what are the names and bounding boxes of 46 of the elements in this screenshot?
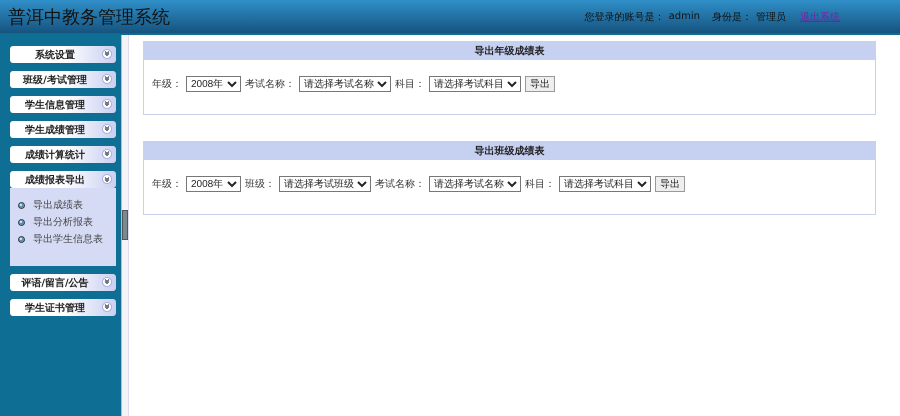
chevron-icon: [102, 149, 112, 159]
chevron-icon: [102, 99, 112, 109]
sidebar-section[interactable]: 成绩计算统计: [10, 146, 116, 163]
field-label: 考试名称：: [375, 178, 425, 191]
sidebar-section[interactable]: 系统设置: [10, 46, 116, 63]
field-label: 年级：: [152, 78, 182, 91]
bullet-icon: [18, 236, 25, 242]
chevron-icon: [102, 277, 112, 287]
role-name: 管理员: [756, 10, 786, 24]
panel-title: 导出年级成绩表: [474, 44, 544, 58]
account-name: admin: [668, 11, 700, 22]
chevron-icon: [102, 174, 112, 184]
sidebar-section[interactable]: 学生信息管理: [10, 96, 116, 113]
dropdown-field[interactable]: 请选择考试科目: [429, 76, 521, 92]
sidebar-section[interactable]: 班级/考试管理: [10, 71, 116, 88]
field-label: 班级：: [245, 178, 275, 191]
dropdown-field[interactable]: 2008年: [186, 176, 241, 192]
field-label: 科目：: [525, 178, 555, 191]
app-title: 普洱中教务管理系统: [8, 6, 170, 28]
dropdown-field[interactable]: 请选择考试名称: [299, 76, 391, 92]
sidebar-section[interactable]: 学生证书管理: [10, 299, 116, 316]
field-label: 科目：: [395, 78, 425, 91]
chevron-icon: [102, 302, 112, 312]
submenu-link[interactable]: 导出分析报表: [33, 215, 93, 229]
sidebar-section[interactable]: 成绩报表导出: [10, 171, 116, 188]
sidebar-section[interactable]: 评语/留言/公告: [10, 274, 116, 291]
chevron-icon: [102, 49, 112, 59]
field-label: 年级：: [152, 178, 182, 191]
dropdown-field[interactable]: 请选择考试班级: [279, 176, 371, 192]
sidebar-section[interactable]: 学生成绩管理: [10, 121, 116, 138]
role-label: 身份是：: [712, 10, 752, 24]
submenu-link[interactable]: 导出成绩表: [33, 198, 83, 212]
panel-title: 导出班级成绩表: [474, 144, 544, 158]
dropdown-field[interactable]: 请选择考试名称: [429, 176, 521, 192]
collapse-handle[interactable]: [122, 210, 128, 240]
export-button[interactable]: 导出: [525, 76, 555, 92]
chevron-icon: [102, 124, 112, 134]
submenu-link[interactable]: 导出学生信息表: [33, 232, 103, 246]
chevron-icon: [102, 74, 112, 84]
dropdown-field[interactable]: 2008年: [186, 76, 241, 92]
export-button[interactable]: 导出: [655, 176, 685, 192]
dropdown-field[interactable]: 请选择考试科目: [559, 176, 651, 192]
bullet-icon: [18, 218, 25, 226]
bullet-icon: [18, 202, 25, 208]
field-label: 考试名称：: [245, 78, 295, 91]
account-label: 您登录的账号是：: [584, 10, 665, 24]
